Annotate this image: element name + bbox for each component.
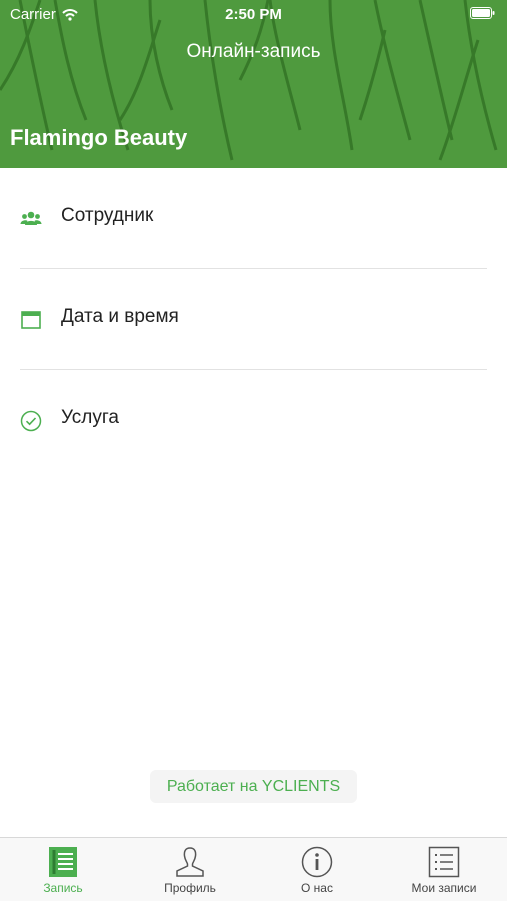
- status-bar: Carrier 2:50 PM: [0, 0, 507, 28]
- menu-label-staff: Сотрудник: [61, 205, 154, 226]
- menu-item-staff[interactable]: Сотрудник: [0, 168, 507, 269]
- tab-my-bookings[interactable]: Мои записи: [381, 838, 507, 901]
- tab-label-about: О нас: [301, 881, 333, 895]
- booking-icon: [49, 847, 77, 877]
- tab-bar: Запись Профиль О нас Мои записи: [0, 837, 507, 901]
- people-icon: [20, 211, 42, 225]
- booking-menu: Сотрудник Дата и время Услуга: [0, 168, 507, 471]
- tab-label-booking: Запись: [43, 881, 83, 895]
- tab-profile[interactable]: Профиль: [127, 838, 253, 901]
- salon-name: Flamingo Beauty: [10, 125, 188, 150]
- list-icon: [428, 846, 460, 878]
- header-banner: Carrier 2:50 PM Онлайн-запись Flamingo B…: [0, 0, 507, 168]
- info-icon: [301, 846, 333, 878]
- check-circle-icon: [20, 410, 42, 432]
- powered-by-badge[interactable]: Работает на YCLIENTS: [150, 770, 357, 803]
- menu-label-datetime: Дата и время: [61, 306, 179, 327]
- tab-booking[interactable]: Запись: [0, 838, 126, 901]
- tab-label-profile: Профиль: [164, 881, 216, 895]
- tab-about[interactable]: О нас: [254, 838, 380, 901]
- tab-label-my-bookings: Мои записи: [411, 881, 477, 895]
- calendar-icon: [21, 311, 41, 329]
- status-time: 2:50 PM: [225, 6, 282, 23]
- profile-icon: [176, 847, 204, 877]
- battery-icon: [470, 7, 495, 19]
- menu-label-service: Услуга: [61, 407, 119, 428]
- menu-item-datetime[interactable]: Дата и время: [0, 269, 507, 370]
- menu-item-service[interactable]: Услуга: [0, 370, 507, 471]
- page-title: Онлайн-запись: [186, 41, 321, 62]
